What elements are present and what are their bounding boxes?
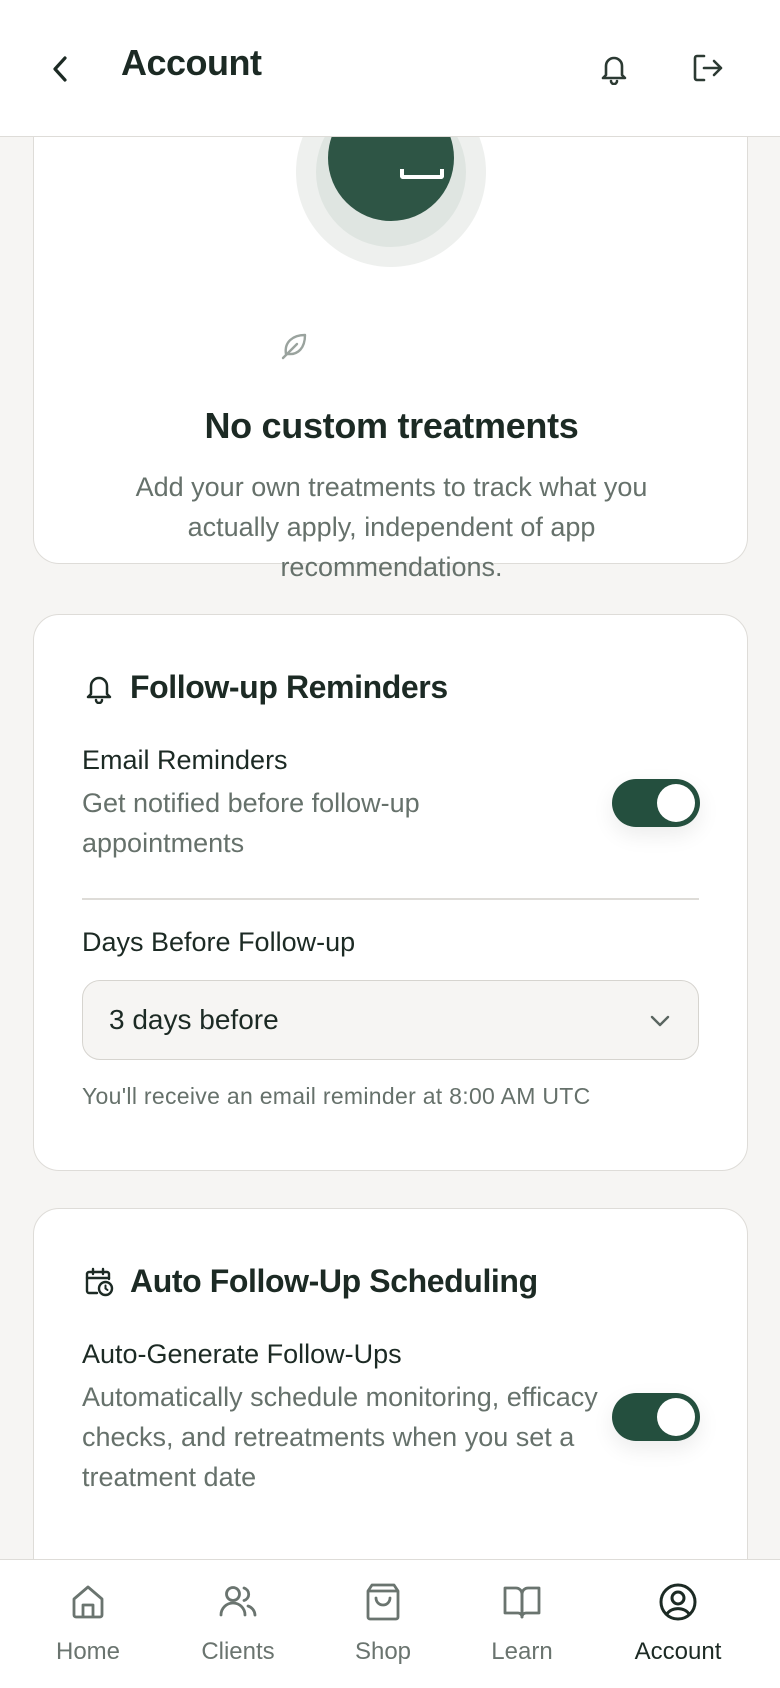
- users-icon: [216, 1580, 260, 1624]
- section-title: Auto Follow-Up Scheduling: [130, 1263, 538, 1299]
- user-circle-icon: [656, 1580, 700, 1624]
- toggle-knob: [657, 1398, 695, 1436]
- bottom-tab-bar: Home Clients Shop Learn Account: [0, 1559, 780, 1688]
- auto-follow-up-card: Auto Follow-Up Scheduling Auto-Generate …: [33, 1208, 748, 1559]
- days-before-label: Days Before Follow-up: [82, 927, 356, 957]
- notifications-button[interactable]: [592, 46, 636, 90]
- section-header: Auto Follow-Up Scheduling: [82, 1263, 538, 1300]
- chevron-left-icon: [53, 56, 67, 82]
- tab-home[interactable]: Home: [13, 1580, 163, 1666]
- tab-label: Shop: [354, 1638, 412, 1665]
- divider: [82, 898, 699, 900]
- shopping-bag-icon: [361, 1580, 405, 1624]
- email-reminders-description: Get notified before follow-up appointmen…: [82, 788, 420, 858]
- section-title: Follow-up Reminders: [130, 669, 448, 705]
- book-open-icon: [500, 1580, 544, 1624]
- tab-learn[interactable]: Learn: [447, 1580, 597, 1666]
- email-reminders-label: Email Reminders: [82, 745, 288, 775]
- follow-up-reminders-card: Follow-up Reminders Email Reminders Get …: [33, 614, 748, 1171]
- empty-state-description: Add your own treatments to track what yo…: [135, 472, 648, 582]
- tab-label: Clients: [201, 1638, 275, 1665]
- days-before-select[interactable]: 3 days before: [82, 980, 699, 1060]
- tab-account[interactable]: Account: [603, 1580, 753, 1666]
- auto-generate-label: Auto-Generate Follow-Ups: [82, 1339, 402, 1369]
- chevron-down-icon: [646, 1007, 674, 1035]
- auto-generate-description: Automatically schedule monitoring, effic…: [82, 1382, 598, 1492]
- tab-label: Account: [634, 1638, 722, 1665]
- leaf-icon: [277, 327, 313, 363]
- section-header: Follow-up Reminders: [82, 669, 448, 706]
- empty-state-illustration: [296, 137, 486, 267]
- app-header: Account: [0, 0, 780, 137]
- tab-clients[interactable]: Clients: [163, 1580, 313, 1666]
- bell-icon: [601, 56, 627, 85]
- home-icon: [66, 1580, 110, 1624]
- page-title: Account: [121, 42, 262, 83]
- toggle-knob: [657, 784, 695, 822]
- auto-generate-toggle[interactable]: [612, 1393, 700, 1441]
- scroll-content[interactable]: No custom treatments Add your own treatm…: [0, 137, 780, 1559]
- tab-label: Home: [55, 1638, 121, 1665]
- calendar-clock-icon: [82, 1265, 116, 1299]
- custom-treatments-card: No custom treatments Add your own treatm…: [33, 137, 748, 582]
- empty-state-title: No custom treatments: [204, 405, 579, 446]
- back-button[interactable]: [40, 46, 80, 92]
- tab-shop[interactable]: Shop: [308, 1580, 458, 1666]
- logout-icon: [693, 54, 723, 82]
- reminder-hint: You'll receive an email reminder at 8:00…: [82, 1083, 591, 1109]
- tab-label: Learn: [491, 1638, 553, 1665]
- select-value: 3 days before: [109, 1004, 279, 1035]
- logout-button[interactable]: [686, 46, 730, 90]
- email-reminders-toggle[interactable]: [612, 779, 700, 827]
- bell-icon: [82, 671, 116, 705]
